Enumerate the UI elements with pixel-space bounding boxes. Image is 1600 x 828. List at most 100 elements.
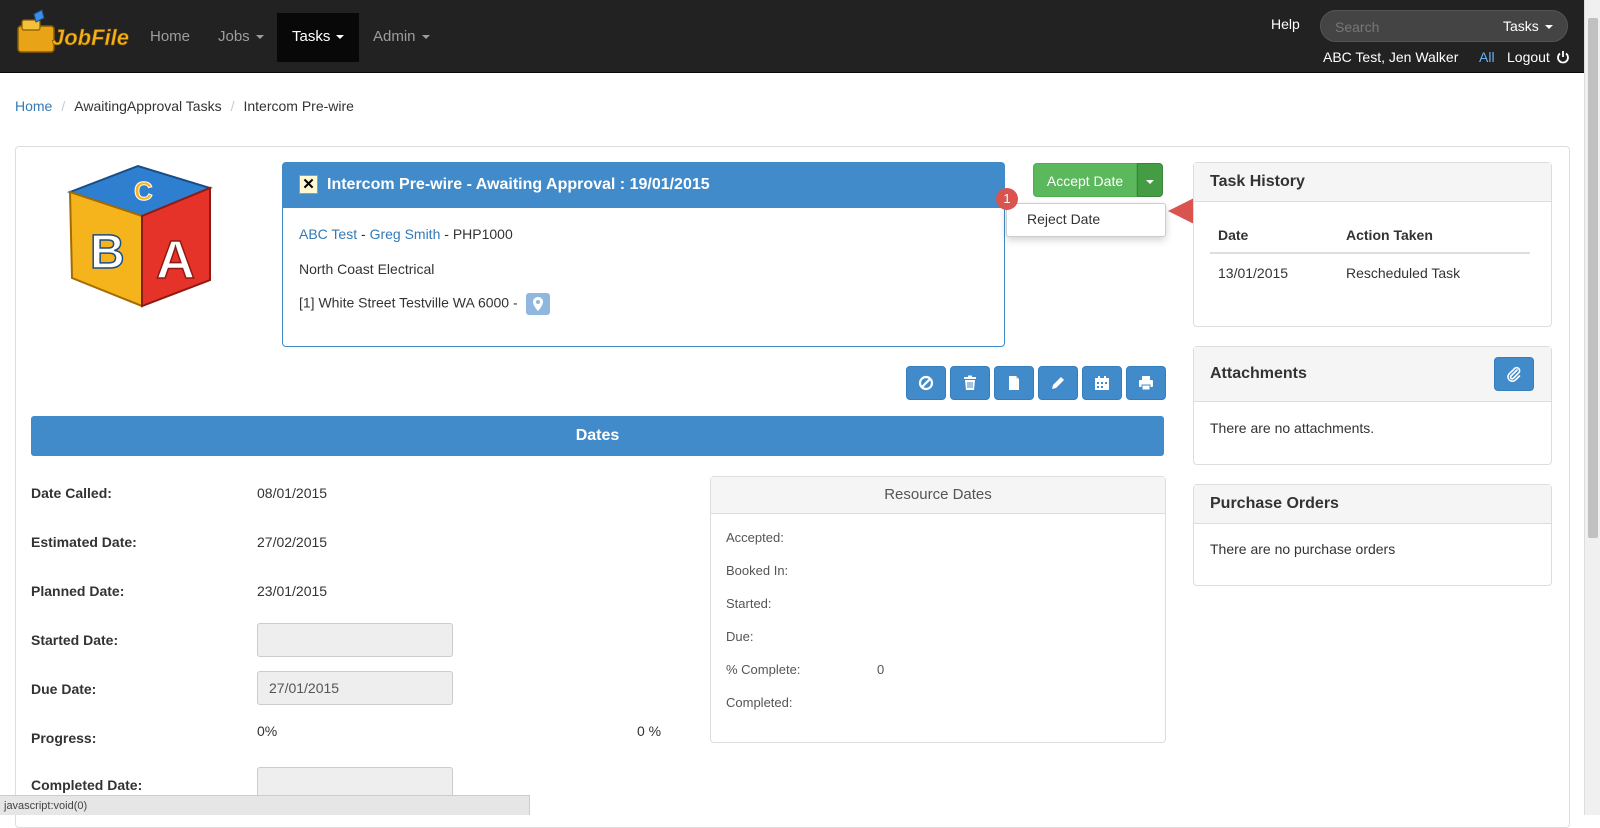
task-code: PHP1000: [452, 226, 513, 242]
abc-block-image: C B A: [60, 160, 220, 310]
breadcrumb-awaiting-approval: AwaitingApproval Tasks: [74, 98, 222, 114]
separator: -: [357, 226, 370, 242]
progress-label: Progress:: [31, 730, 97, 746]
accept-date-button[interactable]: Accept Date: [1033, 163, 1137, 197]
resource-dates-header: Resource Dates: [711, 477, 1165, 514]
add-attachment-button[interactable]: [1494, 357, 1534, 391]
task-client-line: ABC Test - Greg Smith - PHP1000: [299, 226, 513, 242]
logout-link[interactable]: Logout: [1507, 49, 1570, 65]
task-company: North Coast Electrical: [299, 261, 435, 277]
nav-admin-label: Admin: [373, 28, 416, 45]
task-summary-card: ✕ Intercom Pre-wire - Awaiting Approval …: [282, 162, 1005, 347]
edit-task-button[interactable]: [1038, 366, 1078, 400]
accept-date-dropdown-toggle[interactable]: [1137, 163, 1163, 197]
top-navbar: JobFile Home Jobs Tasks Admin Help Tasks…: [0, 0, 1584, 73]
planned-date-label: Planned Date:: [31, 583, 125, 599]
help-link[interactable]: Help: [1271, 16, 1300, 32]
trash-icon: [964, 375, 976, 390]
svg-text:C: C: [134, 176, 153, 206]
delete-task-button[interactable]: [950, 366, 990, 400]
caret-down-icon: [421, 35, 430, 40]
close-icon[interactable]: ✕: [299, 175, 318, 194]
search-input[interactable]: [1333, 17, 1487, 37]
resource-percent-complete-value: 0: [877, 662, 885, 677]
search-scope-label: Tasks: [1503, 18, 1539, 34]
task-history-panel: Task History Date Action Taken 13/01/201…: [1193, 162, 1552, 327]
all-link[interactable]: All: [1479, 49, 1495, 65]
started-date-field[interactable]: [257, 623, 453, 657]
due-date-field[interactable]: 27/01/2015: [257, 671, 453, 705]
purchase-orders-header: Purchase Orders: [1194, 485, 1551, 524]
nav-jobs-dropdown[interactable]: Jobs: [204, 0, 278, 62]
power-icon: [1556, 51, 1569, 64]
resource-booked-in-label: Booked In:: [726, 563, 789, 578]
print-icon: [1139, 376, 1153, 391]
pencil-icon: [1052, 377, 1064, 389]
started-date-label: Started Date:: [31, 632, 119, 648]
svg-text:JobFile: JobFile: [52, 25, 129, 50]
history-action-column-header: Action Taken: [1346, 227, 1433, 243]
resource-started-label: Started:: [726, 596, 772, 611]
nav-home[interactable]: Home: [136, 0, 204, 62]
calendar-icon: [1095, 376, 1109, 390]
progress-percent: 0 %: [637, 723, 662, 739]
jobfile-logo[interactable]: JobFile: [14, 8, 134, 58]
logout-label: Logout: [1507, 49, 1550, 65]
caret-down-icon: [255, 35, 264, 40]
due-date-label: Due Date:: [31, 681, 97, 697]
history-row-action: Rescheduled Task: [1346, 265, 1461, 281]
client-link[interactable]: ABC Test: [299, 226, 357, 242]
file-icon: [1009, 376, 1019, 390]
contact-link[interactable]: Greg Smith: [370, 226, 441, 242]
nav-admin-dropdown[interactable]: Admin: [359, 0, 444, 62]
scrollbar-thumb[interactable]: [1588, 18, 1598, 538]
resource-accepted-label: Accepted:: [726, 530, 784, 545]
nav-tasks-dropdown[interactable]: Tasks: [277, 13, 360, 62]
breadcrumb-current: Intercom Pre-wire: [243, 98, 354, 114]
estimated-date-label: Estimated Date:: [31, 534, 137, 550]
cancel-task-button[interactable]: [906, 366, 946, 400]
history-date-column-header: Date: [1218, 227, 1249, 243]
breadcrumb-separator: /: [61, 98, 66, 114]
task-address-line: [1] White Street Testville WA 6000 -: [299, 293, 550, 315]
task-card-header: ✕ Intercom Pre-wire - Awaiting Approval …: [283, 163, 1004, 208]
attachments-empty-text: There are no attachments.: [1210, 420, 1375, 436]
accept-date-dropdown-menu: Reject Date: [1006, 203, 1166, 237]
estimated-date-value: 27/02/2015: [257, 534, 328, 550]
search-scope-dropdown[interactable]: Tasks: [1503, 18, 1553, 34]
attachments-header: Attachments: [1194, 347, 1551, 402]
breadcrumb-separator: /: [230, 98, 235, 114]
svg-text:B: B: [90, 226, 125, 279]
window-scrollbar[interactable]: [1584, 0, 1600, 815]
search-box: Tasks: [1320, 10, 1568, 42]
reject-date-menu-item[interactable]: Reject Date: [1027, 211, 1100, 227]
separator: -: [440, 226, 453, 242]
document-button[interactable]: [994, 366, 1034, 400]
schedule-button[interactable]: [1082, 366, 1122, 400]
caret-down-icon: [1146, 180, 1154, 185]
history-row-date: 13/01/2015: [1218, 265, 1289, 281]
attachments-title: Attachments: [1210, 365, 1307, 382]
purchase-orders-title: Purchase Orders: [1210, 495, 1339, 512]
map-marker-button[interactable]: [525, 293, 550, 315]
task-history-header: Task History: [1194, 163, 1551, 202]
resource-percent-complete-label: % Complete:: [726, 662, 801, 677]
caret-down-icon: [336, 35, 345, 40]
paperclip-icon: [1507, 366, 1521, 382]
resource-dates-panel: Resource Dates Accepted: Booked In: Star…: [710, 476, 1166, 743]
nav-jobs-label: Jobs: [218, 28, 250, 45]
breadcrumb: Home / AwaitingApproval Tasks / Intercom Pre…: [15, 98, 354, 114]
date-called-label: Date Called:: [31, 485, 112, 501]
resource-completed-label: Completed:: [726, 695, 793, 710]
map-marker-icon: [532, 297, 543, 311]
purchase-orders-empty-text: There are no purchase orders: [1210, 541, 1396, 557]
completed-date-label: Completed Date:: [31, 777, 143, 793]
callout-number-badge: 1: [996, 188, 1018, 210]
date-called-value: 08/01/2015: [257, 485, 328, 501]
attachments-panel: Attachments There are no attachments.: [1193, 346, 1552, 465]
ban-icon: [918, 375, 934, 391]
print-button[interactable]: [1126, 366, 1166, 400]
task-title: Intercom Pre-wire - Awaiting Approval : …: [327, 176, 710, 193]
history-table-divider: [1210, 252, 1530, 254]
breadcrumb-home[interactable]: Home: [15, 98, 52, 114]
